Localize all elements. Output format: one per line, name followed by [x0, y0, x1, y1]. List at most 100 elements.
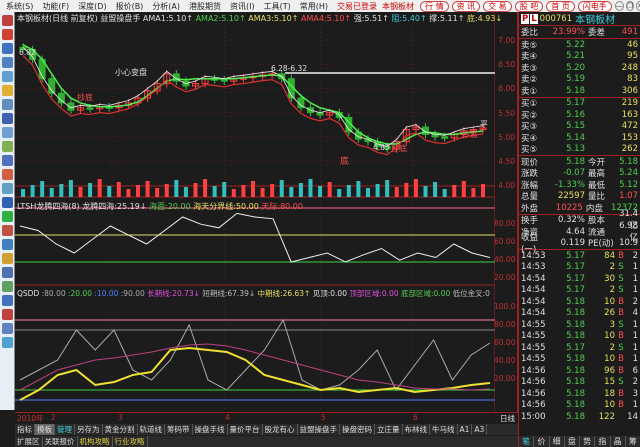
indicator-tab[interactable]: A1	[458, 424, 473, 435]
toolbar-tool-icon[interactable]	[2, 211, 13, 222]
toolbar-tool-icon[interactable]	[2, 239, 13, 250]
toolbar-tool-icon[interactable]	[2, 267, 13, 278]
p-icon[interactable]: P	[521, 13, 530, 24]
chart-canvas[interactable]	[15, 12, 495, 412]
toolbar-tool-icon[interactable]	[2, 127, 13, 138]
menu-tools[interactable]: 工具(T)	[264, 1, 291, 12]
indicator-tab[interactable]: 立庄量	[375, 424, 403, 435]
toolbar-tool-icon[interactable]	[2, 253, 13, 264]
menu-depth[interactable]: 深度(D)	[78, 1, 106, 12]
toolbar-tool-icon[interactable]	[2, 281, 13, 292]
indicator-tab[interactable]: 布林线	[403, 424, 430, 435]
toolbar-tool-icon[interactable]	[2, 183, 13, 194]
quote-tab[interactable]: 指	[595, 436, 611, 447]
indicator-tab[interactable]: 模板	[35, 424, 55, 435]
menu-system[interactable]: 系统(S)	[6, 1, 33, 12]
tick-time: 14:56	[521, 400, 546, 411]
toolbar-tool-icon[interactable]	[2, 197, 13, 208]
toolbar-tool-icon[interactable]	[2, 169, 13, 180]
extension-tab[interactable]: 行业攻略	[113, 436, 148, 447]
indicator-tab[interactable]: 另存为	[75, 424, 103, 435]
toolbar-tool-icon[interactable]	[2, 113, 13, 124]
menu-info[interactable]: 资讯(I)	[230, 1, 255, 12]
date-label: 6	[413, 413, 418, 422]
order-level: 买①	[521, 99, 538, 110]
tick-price: 5.18	[566, 354, 585, 365]
quote-tab[interactable]: 筹	[626, 436, 640, 447]
tick-list[interactable]: 14:53 5.17 84 B 2 14:53 5.17 2 S 1 14:54 5.17 30 S 1 14…	[519, 249, 640, 423]
date-label: 3	[118, 413, 123, 422]
market-button[interactable]: 行 情	[420, 0, 449, 12]
toolbar-tool-icon[interactable]	[2, 225, 13, 236]
quote-tab[interactable]: 盘	[565, 436, 580, 447]
close-button[interactable]: ✕	[636, 1, 640, 11]
menu-function[interactable]: 功能(F)	[42, 1, 69, 12]
indicator-tab[interactable]: 操盘密码	[340, 424, 375, 435]
home-button[interactable]: 首 页	[546, 0, 575, 12]
info-button[interactable]: 资 讯	[451, 0, 481, 12]
indicator-tab[interactable]: 量价平台	[228, 424, 263, 435]
quote-tab[interactable]: 笔	[519, 436, 535, 447]
restore-button[interactable]: ❐	[625, 1, 635, 11]
menu-quote[interactable]: 报价(B)	[116, 1, 144, 12]
toolbar-tool-icon[interactable]	[2, 323, 13, 334]
toolbar-tool-icon[interactable]	[2, 155, 13, 166]
chaodi-annotation-3: 抄底	[462, 130, 478, 139]
indicator-tab[interactable]: 黄金分割	[103, 424, 138, 435]
indicator-tab[interactable]: 股龙有心	[263, 424, 298, 435]
menu-common[interactable]: 常用(H)	[300, 1, 328, 12]
sell-orders: 卖⑤ 5.22 46 卖④ 5.21 95 卖③ 5.20 248 卖② 5.19 83 卖① 5.18 3…	[519, 38, 640, 97]
extension-tab[interactable]: 扩展区	[15, 436, 43, 447]
toolbar-tool-icon[interactable]	[2, 57, 13, 68]
stat-label: 外盘	[521, 203, 539, 214]
indicator-tab[interactable]: 操盘手线	[193, 424, 228, 435]
extension-tab[interactable]: 机构攻略	[78, 436, 113, 447]
toolbar-tool-icon[interactable]	[2, 309, 13, 320]
quote-tab[interactable]: 细	[550, 436, 565, 447]
toolbar-tool-icon[interactable]	[2, 43, 13, 54]
quote-tab[interactable]: 价	[534, 436, 550, 447]
minimize-button[interactable]: —	[614, 1, 624, 11]
forum-button[interactable]: 股 吧	[514, 0, 544, 12]
volume-bar	[155, 188, 160, 197]
order-price: 5.18	[566, 85, 585, 96]
volume-bar	[394, 187, 399, 197]
indicator-tab[interactable]: A3	[472, 424, 488, 435]
indicator-tab[interactable]: 益盟操盘手	[298, 424, 340, 435]
indicator-tab[interactable]: 牛马线	[430, 424, 458, 435]
extension-tab[interactable]: 关联报价	[43, 436, 78, 447]
indicator-tab[interactable]: 轨道线	[138, 424, 165, 435]
order-row: 买② 5.16 163	[519, 109, 640, 121]
indicator-tab[interactable]: 指标	[15, 424, 35, 435]
quote-tab[interactable]: 晶	[611, 436, 626, 447]
chart-area[interactable]: 本钢板材(日线 前复权) 益盟操盘手 AMA1:5.10↑ AMA2:5.10↑…	[15, 12, 518, 423]
menu-analysis[interactable]: 分析(A)	[152, 1, 180, 12]
tick-time: 14:54	[521, 296, 546, 307]
toolbar-tool-icon[interactable]	[2, 29, 13, 40]
toolbar-tool-icon[interactable]	[2, 337, 13, 348]
indicator-tab[interactable]: 管理	[55, 424, 75, 435]
qsdd-p3: :10.00	[94, 289, 119, 298]
toolbar-tool-icon[interactable]	[2, 141, 13, 152]
indicator-tab[interactable]: 筹码带	[165, 424, 193, 435]
order-volume: 472	[621, 121, 638, 132]
trade-button[interactable]: 交 易	[483, 0, 512, 12]
stat-label: 涨幅	[521, 180, 539, 191]
toolbar-tool-icon[interactable]	[2, 99, 13, 110]
tick-count: 2	[632, 250, 638, 261]
toolbar-tool-icon[interactable]	[2, 295, 13, 306]
quote-tab[interactable]: 势	[580, 436, 596, 447]
tick-side: B	[618, 296, 624, 307]
menu-hk-futures[interactable]: 港股期货	[189, 1, 221, 12]
l-icon[interactable]: L	[530, 13, 538, 24]
order-row: 卖① 5.18 306	[519, 85, 640, 97]
tick-time: 14:53	[521, 250, 546, 261]
tick-volume: 122	[598, 411, 615, 422]
toolbar-tool-icon[interactable]	[2, 71, 13, 82]
toolbar-tool-icon[interactable]	[2, 15, 13, 26]
toolbar-tool-icon[interactable]	[2, 85, 13, 96]
period-label[interactable]: 日线	[500, 413, 515, 424]
volume-bar	[88, 183, 93, 197]
stat-value: 0.119	[560, 238, 585, 249]
flash-trade-button[interactable]: 闪电手	[577, 0, 612, 12]
